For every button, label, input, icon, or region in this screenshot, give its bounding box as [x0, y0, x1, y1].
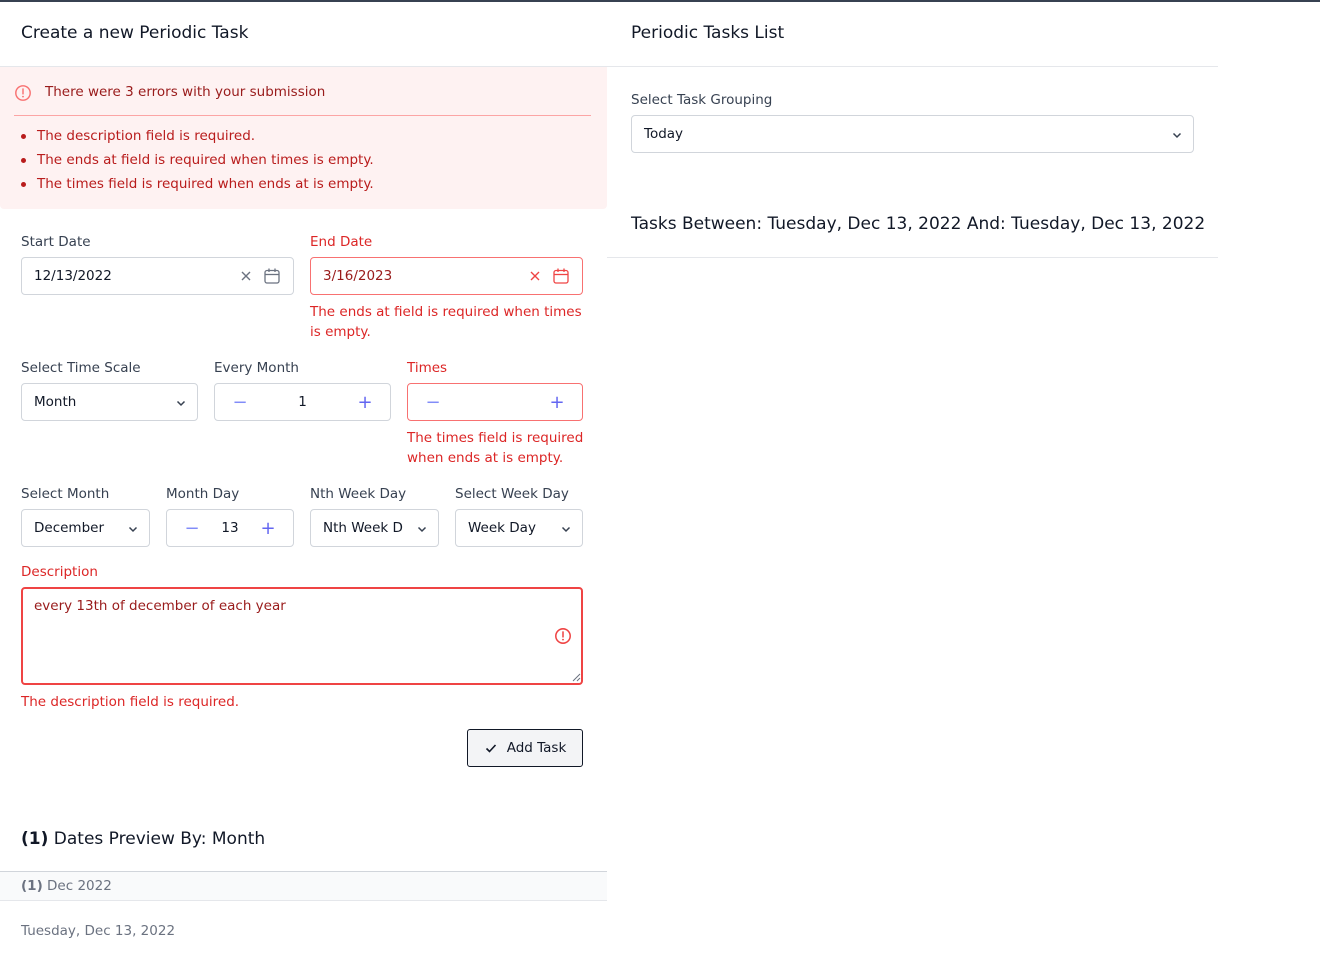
nth-week-day-label: Nth Week Day: [310, 486, 407, 502]
preview-group-header: (1) Dec 2022: [0, 872, 607, 901]
check-icon: [485, 744, 496, 753]
chevron-down-icon: [128, 526, 138, 533]
calendar-icon[interactable]: [263, 267, 281, 285]
chevron-down-icon: [561, 526, 571, 533]
decrement-button[interactable]: −: [220, 384, 260, 420]
select-month-value: December: [34, 520, 105, 536]
task-grouping-label: Select Task Grouping: [631, 92, 773, 108]
tasks-range-title: Tasks Between: Tuesday, Dec 13, 2022 And…: [631, 214, 1206, 234]
start-date-value: 12/13/2022: [34, 268, 112, 284]
add-task-label: Add Task: [506, 740, 567, 756]
preview-group-count: (1): [21, 878, 43, 894]
task-grouping-select[interactable]: Today: [631, 115, 1194, 153]
month-day-stepper[interactable]: − 13 +: [166, 509, 294, 547]
preview-count: (1): [21, 829, 49, 849]
preview-title-text: Dates Preview By: Month: [53, 829, 266, 849]
chevron-down-icon: [417, 526, 427, 533]
increment-button[interactable]: +: [248, 510, 288, 546]
description-textarea[interactable]: every 13th of december of each year: [21, 587, 583, 685]
select-month-label: Select Month: [21, 486, 110, 502]
resize-handle-icon[interactable]: [572, 673, 581, 682]
chevron-down-icon: [176, 400, 186, 407]
week-day-select[interactable]: Week Day: [455, 509, 583, 547]
error-banner: There were 3 errors with your submission…: [0, 67, 607, 209]
time-scale-select[interactable]: Month: [21, 383, 198, 421]
end-date-value: 3/16/2023: [323, 268, 393, 284]
calendar-icon[interactable]: [552, 267, 570, 285]
every-month-label: Every Month: [214, 360, 299, 376]
error-banner-divider: [14, 115, 591, 116]
every-month-value[interactable]: 1: [298, 394, 307, 410]
divider: [607, 66, 1218, 67]
description-value: every 13th of december of each year: [34, 598, 286, 614]
month-day-value[interactable]: 13: [221, 520, 238, 536]
increment-button[interactable]: +: [345, 384, 385, 420]
increment-button[interactable]: +: [537, 384, 577, 420]
times-error: The times field is required when ends at…: [407, 430, 584, 466]
error-circle-icon: [555, 628, 571, 644]
end-date-label: End Date: [310, 234, 373, 250]
end-date-error: The ends at field is required when times…: [310, 304, 582, 340]
decrement-button[interactable]: −: [172, 510, 212, 546]
error-banner-heading: There were 3 errors with your submission: [45, 84, 326, 100]
error-circle-icon: [15, 85, 31, 101]
clear-icon[interactable]: [240, 270, 252, 282]
nth-week-day-value: Nth Week D: [323, 520, 403, 536]
preview-group-label: Dec 2022: [47, 878, 112, 894]
top-border: [0, 0, 1320, 2]
divider: [607, 257, 1218, 258]
week-day-label: Select Week Day: [455, 486, 569, 502]
preview-group-text: (1) Dec 2022: [21, 878, 112, 894]
times-stepper[interactable]: − +: [407, 383, 583, 421]
tasks-list-title: Periodic Tasks List: [631, 23, 785, 43]
select-month-select[interactable]: December: [21, 509, 150, 547]
chevron-down-icon: [1172, 132, 1182, 139]
time-scale-label: Select Time Scale: [21, 360, 141, 376]
error-item: The ends at field is required when times…: [21, 148, 374, 172]
nth-week-day-select[interactable]: Nth Week D: [310, 509, 439, 547]
preview-date-item: Tuesday, Dec 13, 2022: [21, 923, 176, 939]
add-task-button[interactable]: Add Task: [467, 729, 583, 767]
month-day-label: Month Day: [166, 486, 240, 502]
times-label: Times: [407, 360, 448, 376]
task-grouping-value: Today: [644, 126, 684, 142]
description-error: The description field is required.: [21, 694, 240, 710]
create-task-title: Create a new Periodic Task: [21, 23, 249, 43]
description-label: Description: [21, 564, 98, 580]
time-scale-value: Month: [34, 394, 77, 410]
error-item: The times field is required when ends at…: [21, 172, 374, 196]
error-list: The description field is required. The e…: [21, 124, 374, 196]
week-day-value: Week Day: [468, 520, 536, 536]
end-date-input[interactable]: 3/16/2023: [310, 257, 583, 295]
start-date-input[interactable]: 12/13/2022: [21, 257, 294, 295]
decrement-button[interactable]: −: [413, 384, 453, 420]
every-month-stepper[interactable]: − 1 +: [214, 383, 391, 421]
start-date-label: Start Date: [21, 234, 91, 250]
preview-title: (1) Dates Preview By: Month: [21, 829, 265, 849]
error-item: The description field is required.: [21, 124, 374, 148]
clear-icon[interactable]: [529, 270, 541, 282]
